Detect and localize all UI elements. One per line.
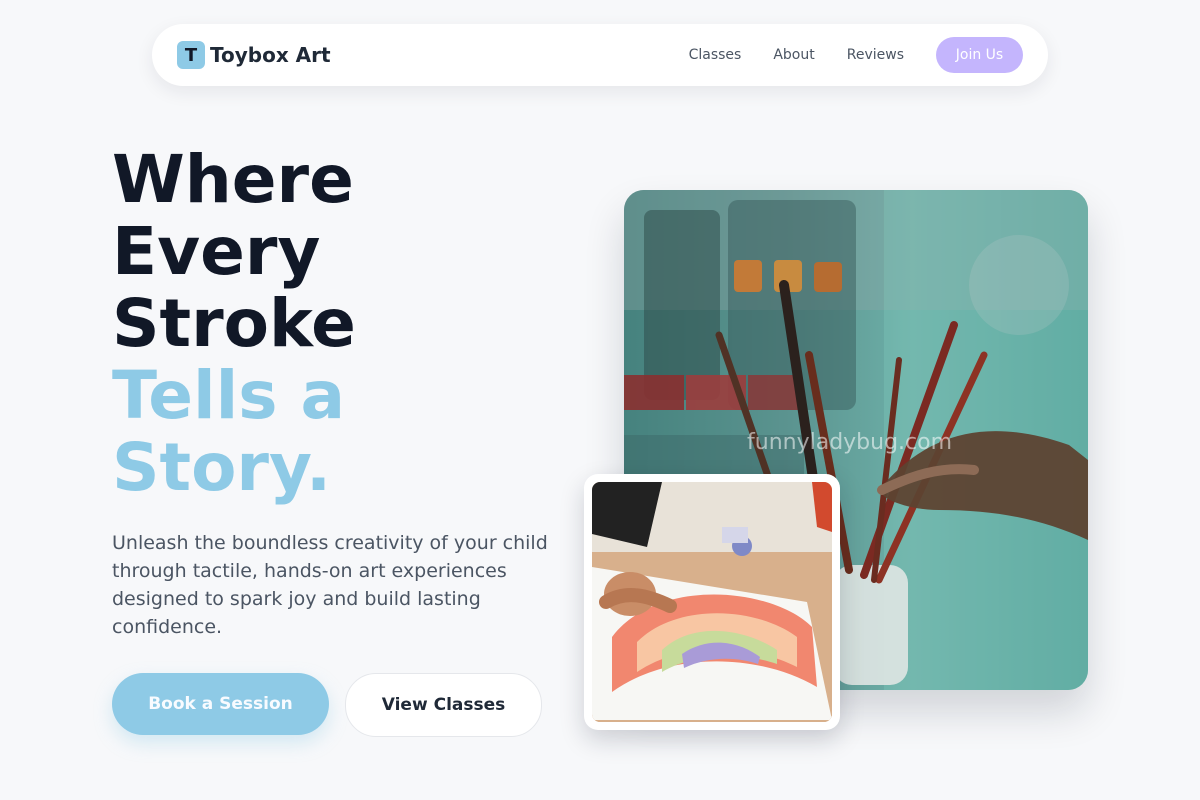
nav-link-about[interactable]: About: [773, 47, 814, 63]
nav-link-classes[interactable]: Classes: [689, 47, 742, 63]
hero-title-line: Where: [112, 141, 354, 218]
child-artwork-illustration: [592, 482, 832, 722]
hero-title-accent-line: Tells a: [112, 357, 346, 434]
view-classes-button[interactable]: View Classes: [345, 673, 542, 737]
hero-title-line: Every: [112, 213, 321, 290]
photo-watermark: funnyladybug.com: [747, 430, 953, 455]
brand-name: Toybox Art: [210, 43, 331, 67]
child-artwork-photo-image: [592, 482, 832, 722]
join-us-button[interactable]: Join Us: [936, 37, 1023, 73]
brand-logo[interactable]: T Toybox Art: [177, 41, 331, 69]
nav-link-reviews[interactable]: Reviews: [847, 47, 904, 63]
hero-description: Unleash the boundless creativity of your…: [112, 532, 548, 638]
nav-links: Classes About Reviews Join Us: [689, 37, 1023, 73]
brand-mark: T: [177, 41, 205, 69]
book-session-button[interactable]: Book a Session: [112, 673, 329, 735]
hero-heading: Where Every Stroke Tells a Story.: [112, 144, 356, 504]
child-artwork-photo: [584, 474, 840, 730]
hero-title-line: Stroke: [112, 285, 356, 362]
hero-title-accent-line: Story.: [112, 429, 332, 506]
top-navigation: T Toybox Art Classes About Reviews Join …: [152, 24, 1048, 86]
